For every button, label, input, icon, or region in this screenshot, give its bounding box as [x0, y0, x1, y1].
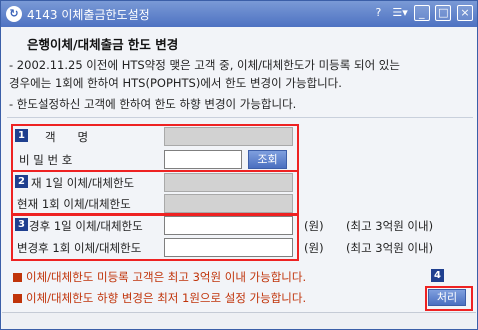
once-max-note: (최고 3억원 이내) [346, 241, 434, 255]
current-once-limit-field [164, 194, 293, 213]
new-once-limit-label: 변경후 1회 이체/대체한도 [17, 241, 142, 255]
info-line-1: - 2002.11.25 이전에 HTS약정 맺은 고객 중, 이체/대체한도가… [9, 58, 400, 72]
daily-max-note: (최고 3억원 이내) [346, 219, 434, 233]
section-badge-2: 2 [15, 175, 28, 188]
window-title: 4143 이체출금한도설정 [27, 8, 150, 22]
section-badge-1: 1 [15, 129, 28, 142]
app-logo-icon: ↻ [6, 6, 22, 22]
inquiry-button[interactable]: 조회 [248, 150, 287, 169]
process-button[interactable]: 처리 [428, 289, 466, 306]
section-badge-3: 3 [15, 218, 28, 231]
customer-name-field [164, 127, 293, 146]
window-controls: ? ☰▾ _ □ × [368, 5, 473, 21]
daily-unit-label: (원) [304, 219, 324, 233]
password-label: 비 밀 번 호 [19, 153, 73, 167]
bullet-square-icon [13, 294, 22, 303]
password-input[interactable] [164, 150, 242, 169]
new-once-limit-input[interactable] [164, 238, 293, 257]
divider [7, 117, 473, 118]
current-daily-limit-label: 재 1일 이체/대체한도 [31, 176, 135, 190]
info-line-3: - 한도설정하신 고객에 한하여 한도 하향 변경이 가능합니다. [9, 97, 297, 111]
once-unit-label: (원) [304, 241, 324, 255]
info-line-2: 경우에는 1회에 한하여 HTS(POPHTS)에서 한도 변경이 가능합니다. [9, 76, 342, 90]
section-badge-4: 4 [431, 269, 444, 282]
notice-text-2: 이체/대체한도 하향 변경은 최저 1원으로 설정 가능합니다. [26, 291, 307, 305]
notice-lowering: 이체/대체한도 하향 변경은 최저 1원으로 설정 가능합니다. [13, 290, 306, 306]
bullet-square-icon [13, 273, 22, 282]
notice-text-1: 이체/대체한도 미등록 고객은 최고 3억원 이내 가능합니다. [26, 270, 307, 284]
current-daily-limit-field [164, 173, 293, 192]
current-once-limit-label: 현재 1회 이체/대체한도 [17, 197, 131, 211]
maximize-icon[interactable]: □ [435, 5, 452, 21]
new-daily-limit-input[interactable] [164, 216, 293, 235]
status-bar [2, 312, 476, 329]
dialog-window: ↻ 4143 이체출금한도설정 ? ☰▾ _ □ × 은행이체/대체출금 한도 … [0, 0, 478, 330]
help-icon[interactable]: ? [370, 5, 386, 21]
page-title: 은행이체/대체출금 한도 변경 [27, 37, 179, 52]
minimize-icon[interactable]: _ [413, 5, 430, 21]
close-icon[interactable]: × [457, 5, 473, 21]
menu-icon[interactable]: ☰▾ [392, 5, 408, 21]
customer-name-label: 객 명 [45, 130, 89, 144]
new-daily-limit-label: 경후 1일 이체/대체한도 [29, 219, 143, 233]
notice-unregistered: 이체/대체한도 미등록 고객은 최고 3억원 이내 가능합니다. [13, 269, 306, 285]
title-bar[interactable]: ↻ 4143 이체출금한도설정 ? ☰▾ _ □ × [1, 1, 477, 27]
